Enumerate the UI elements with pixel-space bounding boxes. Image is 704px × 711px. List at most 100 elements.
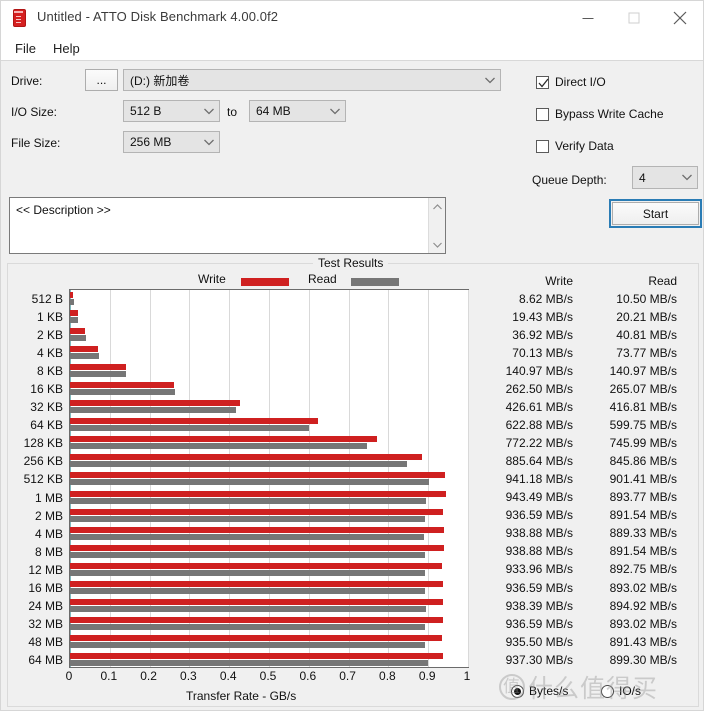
write-bar	[70, 616, 443, 623]
menu-file[interactable]: File	[9, 39, 42, 58]
maximize-icon[interactable]	[611, 1, 657, 34]
table-row: 70.13 MB/s 73.77 MB/s	[481, 346, 677, 364]
start-button[interactable]: Start	[612, 202, 699, 225]
chart-x-tick-label: 0	[65, 669, 73, 683]
bypass-write-cache-label: Bypass Write Cache	[555, 107, 664, 121]
io-size-to-select[interactable]: 64 MB	[249, 100, 346, 122]
table-row: 622.88 MB/s 599.75 MB/s	[481, 418, 677, 436]
chart-row	[70, 651, 468, 669]
chart-y-tick-label: 24 MB	[28, 598, 63, 613]
browse-button[interactable]: ...	[85, 69, 118, 91]
io-size-from-select[interactable]: 512 B	[123, 100, 220, 122]
read-bar	[70, 335, 87, 342]
unit-radio-bytes[interactable]: Bytes/s	[511, 684, 568, 698]
read-value: 265.07 MB/s	[609, 382, 677, 397]
table-row: 935.50 MB/s 891.43 MB/s	[481, 635, 677, 653]
drive-select-value: (D:) 新加卷	[130, 73, 190, 88]
write-bar	[70, 310, 78, 317]
chart-row	[70, 344, 468, 362]
chart-y-tick-label: 12 MB	[28, 562, 63, 577]
results-table-header: Write Read	[481, 274, 677, 292]
read-bar	[70, 641, 425, 648]
read-value: 416.81 MB/s	[609, 400, 677, 415]
read-value: 20.21 MB/s	[616, 310, 677, 325]
io-size-to-value: 64 MB	[256, 104, 291, 118]
legend-write-swatch	[241, 278, 289, 286]
menu-help[interactable]: Help	[47, 39, 86, 58]
unit-radio-bytes-label: Bytes/s	[529, 684, 569, 698]
drive-select[interactable]: (D:) 新加卷	[123, 69, 501, 91]
table-row: 885.64 MB/s 845.86 MB/s	[481, 454, 677, 472]
file-size-select[interactable]: 256 MB	[123, 131, 220, 153]
table-row: 772.22 MB/s 745.99 MB/s	[481, 436, 677, 454]
write-bar	[70, 634, 443, 641]
chart-x-tick-label: 0.9	[418, 669, 436, 683]
chart-row	[70, 633, 468, 651]
close-icon[interactable]	[657, 1, 703, 34]
read-bar	[70, 443, 367, 450]
chart-x-tick-label: 0.4	[219, 669, 237, 683]
table-row: 938.39 MB/s 894.92 MB/s	[481, 599, 677, 617]
table-row: 19.43 MB/s 20.21 MB/s	[481, 310, 677, 328]
write-value: 426.61 MB/s	[505, 400, 573, 415]
chart-row	[70, 579, 468, 597]
chart-row	[70, 362, 468, 380]
scroll-up-icon[interactable]	[429, 198, 445, 215]
write-value: 885.64 MB/s	[505, 454, 573, 469]
write-bar	[70, 652, 444, 659]
legend-write-label: Write	[198, 272, 226, 286]
description-text: << Description >>	[16, 203, 111, 217]
scroll-down-icon[interactable]	[429, 236, 445, 253]
write-bar	[70, 598, 444, 605]
chart-x-tick-label: 0.1	[100, 669, 118, 683]
chart-row	[70, 543, 468, 561]
chart-x-tick-label: 0.6	[299, 669, 317, 683]
bypass-write-cache-checkbox[interactable]: Bypass Write Cache	[536, 107, 664, 121]
direct-io-checkbox[interactable]: Direct I/O	[536, 75, 606, 89]
read-value: 140.97 MB/s	[609, 364, 677, 379]
chart-gridline	[468, 290, 469, 667]
write-value: 935.50 MB/s	[505, 634, 573, 649]
read-value: 891.54 MB/s	[609, 508, 677, 523]
read-bar	[70, 299, 75, 305]
table-row: 426.61 MB/s 416.81 MB/s	[481, 400, 677, 418]
chart-y-tick-label: 2 MB	[34, 508, 63, 523]
chevron-down-icon	[199, 108, 219, 115]
table-row: 36.92 MB/s 40.81 MB/s	[481, 328, 677, 346]
read-bar	[70, 389, 176, 396]
write-bar	[70, 346, 98, 353]
column-header-read: Read	[648, 274, 677, 288]
minimize-icon[interactable]	[565, 1, 611, 34]
read-value: 899.30 MB/s	[609, 652, 677, 667]
read-bar	[70, 353, 100, 360]
write-value: 140.97 MB/s	[505, 364, 573, 379]
chart-x-tick-label: 0.7	[339, 669, 356, 683]
queue-depth-select[interactable]: 4	[632, 166, 698, 189]
description-scrollbar[interactable]	[428, 198, 445, 253]
write-value: 938.88 MB/s	[505, 526, 573, 541]
read-bar	[70, 497, 426, 504]
read-value: 893.02 MB/s	[609, 580, 677, 595]
write-value: 772.22 MB/s	[505, 436, 573, 451]
read-value: 894.92 MB/s	[609, 598, 677, 613]
chart-row	[70, 416, 468, 434]
empty-checkbox-icon	[536, 107, 549, 121]
verify-data-checkbox[interactable]: Verify Data	[536, 139, 614, 153]
title-bar: Untitled - ATTO Disk Benchmark 4.00.0f2	[1, 1, 703, 36]
chart-row	[70, 326, 468, 344]
write-bar	[70, 328, 85, 335]
read-bar	[70, 551, 425, 558]
legend-read-swatch	[351, 278, 399, 286]
table-row: 938.88 MB/s 889.33 MB/s	[481, 526, 677, 544]
chart-y-tick-label: 64 MB	[28, 652, 63, 667]
unit-radio-io[interactable]: IO/s	[601, 684, 641, 698]
chevron-down-icon	[199, 139, 219, 146]
chart-row	[70, 507, 468, 525]
unit-radio-io-label: IO/s	[619, 684, 642, 698]
table-row: 936.59 MB/s 893.02 MB/s	[481, 617, 677, 635]
chart-row	[70, 561, 468, 579]
chart-row	[70, 597, 468, 615]
radio-unselected-icon	[601, 684, 614, 698]
write-bar	[70, 472, 445, 479]
description-input[interactable]: << Description >>	[9, 197, 446, 254]
